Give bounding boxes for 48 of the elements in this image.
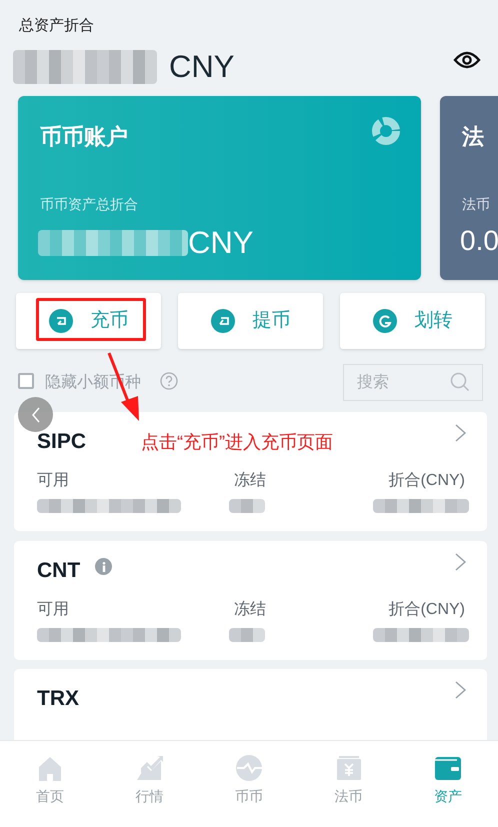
nav-tab[interactable]: 资产 [398,741,498,827]
coin-name: TRX [37,686,79,712]
annotation-text: 点击“充币”进入充币页面 [141,431,333,454]
coin-name: SIPC [37,429,86,455]
nav-tab[interactable]: 行情 [100,741,200,827]
blurred-value [229,628,265,642]
card-title: 币币账户 [40,123,128,151]
account-card[interactable]: 币币账户 币币资产总折合 CNY [18,96,421,280]
column-label: 可用 [37,600,69,620]
yen-icon [334,754,363,782]
help-icon[interactable] [160,372,178,390]
card-subtitle: 币币资产总折合 [40,195,138,214]
total-assets-label: 总资产折合 [19,16,94,36]
action-button[interactable]: 划转 [340,293,485,349]
chevron-right-icon[interactable] [455,681,467,699]
info-icon[interactable] [95,558,112,575]
column-label: 冻结 [234,600,266,620]
search-icon [450,372,470,392]
donut-chart-icon [371,116,401,146]
wave-icon [234,754,263,782]
back-button[interactable] [18,397,53,432]
nav-tab[interactable]: 首页 [0,741,100,827]
currency-label: CNY [169,48,234,86]
card-value: 0.0 [460,224,498,258]
column-label: 可用 [37,471,69,491]
wallet-icon [434,754,462,782]
coin-name: CNT [37,558,80,584]
chevron-right-icon[interactable] [455,424,467,442]
asset-card[interactable]: TRX [14,669,487,740]
chart-icon [135,754,164,782]
column-label: 折合(CNY) [388,600,465,620]
search-field[interactable]: 搜索 [343,364,483,401]
action-button[interactable]: 提币 [178,293,323,349]
nav-tab[interactable]: 币币 [199,741,299,827]
asset-card[interactable]: CNT 可用 冻结 折合(CNY) [14,541,487,660]
eye-icon[interactable] [453,50,481,70]
nav-tab[interactable]: 法币 [298,741,398,827]
column-label: 折合(CNY) [388,471,465,491]
column-label: 冻结 [234,470,266,491]
chevron-left-icon [30,406,40,422]
blurred-value [229,499,265,513]
checkbox[interactable] [18,373,34,389]
chevron-right-icon[interactable] [455,553,467,571]
account-card[interactable]: 法 法币 0.0 [440,96,498,280]
card-value: CNY [188,224,254,262]
card-subtitle: 法币 [462,195,490,214]
card-title: 法 [462,123,484,151]
transfer-icon [372,309,396,333]
